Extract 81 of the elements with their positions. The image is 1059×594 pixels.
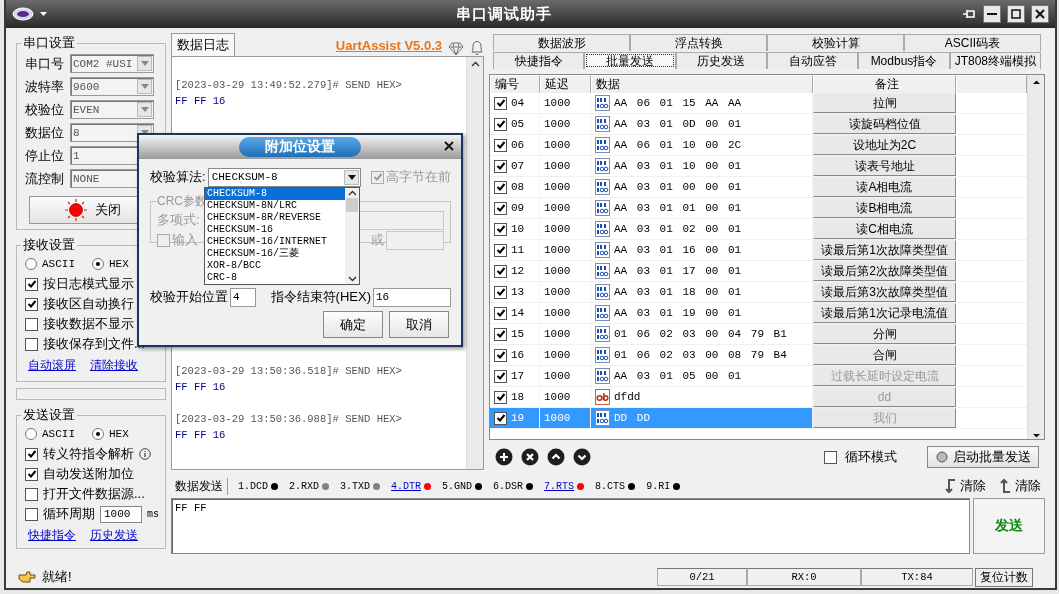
table-cell: AA 03 01 10 00 01 <box>614 160 742 172</box>
table-cell: 09 <box>511 202 525 214</box>
dialog-title: 附加位设置 <box>239 137 361 157</box>
table-cell: 1000 <box>544 349 571 361</box>
table-cell: 19 <box>511 412 525 424</box>
unit-label: ms <box>147 508 159 520</box>
table-cell: 14 <box>511 307 525 319</box>
table-cell: AA 06 01 15 AA AA <box>614 97 742 109</box>
table-cell: 1000 <box>544 139 571 151</box>
field-label: 波特率 <box>25 77 65 96</box>
log-data: FF FF 16 <box>175 381 227 395</box>
table-cell: 1000 <box>544 391 571 403</box>
table-cell: 1000 <box>544 202 571 214</box>
log-line: [2023-03-29 13:49:52.279]# SEND HEX> <box>175 79 403 93</box>
table-cell: 1000 <box>544 265 571 277</box>
table-cell: 1000 <box>544 118 571 130</box>
window-title: 串口调试助手 <box>455 4 553 24</box>
table-cell: 1000 <box>544 244 571 256</box>
table-cell: 1000 <box>544 307 571 319</box>
table-cell: 07 <box>511 160 525 172</box>
table-cell: 04 <box>511 97 525 109</box>
table-cell: 1000 <box>544 328 571 340</box>
field-label: 停止位 <box>25 146 65 165</box>
table-cell: AA 03 01 18 00 01 <box>614 286 742 298</box>
status-count: 0/21 <box>657 568 747 586</box>
pin-label: 1.DCD <box>238 480 268 492</box>
table-cell: 08 <box>511 181 525 193</box>
pin-label: 8.CTS <box>595 480 626 492</box>
table-cell: 16 <box>511 349 525 361</box>
table-cell: AA 03 01 05 00 01 <box>614 370 742 382</box>
field-label: 流控制 <box>25 169 65 188</box>
table-cell: 12 <box>511 265 525 277</box>
field-label: 多项式: <box>157 211 200 229</box>
group-title: 发送设置 <box>22 406 76 424</box>
log-data: FF FF 16 <box>175 95 227 109</box>
status-message: 就绪! <box>42 568 72 586</box>
table-cell: 1000 <box>544 412 571 424</box>
table-cell: 01 06 02 03 00 04 79 B1 <box>614 328 787 340</box>
table-cell: 15 <box>511 328 525 340</box>
field-label: 串口号 <box>25 54 65 73</box>
pin-label: 2.RXD <box>289 480 320 492</box>
table-cell: 01 06 02 03 00 08 79 B4 <box>614 349 787 361</box>
table-cell: 05 <box>511 118 525 130</box>
table-cell: AA 03 01 00 00 01 <box>614 181 742 193</box>
pin-label: 9.RI <box>646 480 671 492</box>
tx-counter: TX:84 <box>861 568 973 586</box>
group-title: 接收设置 <box>22 236 76 254</box>
table-cell: 1000 <box>544 370 571 382</box>
table-cell: AA 03 01 01 00 01 <box>614 202 742 214</box>
table-cell: 1000 <box>544 160 571 172</box>
log-line: [2023-03-29 13:50:36.988]# SEND HEX> <box>175 413 403 427</box>
log-line: [2023-03-29 13:50:36.518]# SEND HEX> <box>175 365 403 379</box>
table-cell: 1000 <box>544 286 571 298</box>
field-label: 或 <box>371 231 384 249</box>
table-cell: AA 03 01 17 00 01 <box>614 265 742 277</box>
table-cell: 17 <box>511 370 525 382</box>
rx-counter: RX:0 <box>747 568 861 586</box>
field-label: 数据位 <box>25 123 65 142</box>
table-cell: 1000 <box>544 97 571 109</box>
table-cell: AA 03 01 19 00 01 <box>614 307 742 319</box>
table-cell: dfdd <box>614 391 641 403</box>
pin-label: 6.DSR <box>493 480 524 492</box>
table-cell: AA 03 01 16 00 01 <box>614 244 742 256</box>
log-data: FF FF 16 <box>175 429 227 443</box>
pin-label: 5.GND <box>442 480 473 492</box>
table-cell: 18 <box>511 391 525 403</box>
table-cell: DD DD <box>614 412 650 424</box>
field-label: 指令结束符(HEX) <box>270 288 371 306</box>
table-cell: 10 <box>511 223 525 235</box>
table-cell: 1000 <box>544 181 571 193</box>
pin-label: 3.TXD <box>340 480 371 492</box>
table-cell: 06 <box>511 139 525 151</box>
group-title: 串口设置 <box>22 34 76 52</box>
table-cell: 13 <box>511 286 525 298</box>
table-cell: AA 06 01 10 00 2C <box>614 139 742 151</box>
table-cell: 11 <box>511 244 525 256</box>
field-label: 校验开始位置 <box>150 288 228 306</box>
field-label: 校验位 <box>25 100 65 119</box>
table-cell: AA 03 01 02 00 01 <box>614 223 742 235</box>
table-cell: AA 03 01 0D 00 01 <box>614 118 742 130</box>
table-cell: 1000 <box>544 223 571 235</box>
